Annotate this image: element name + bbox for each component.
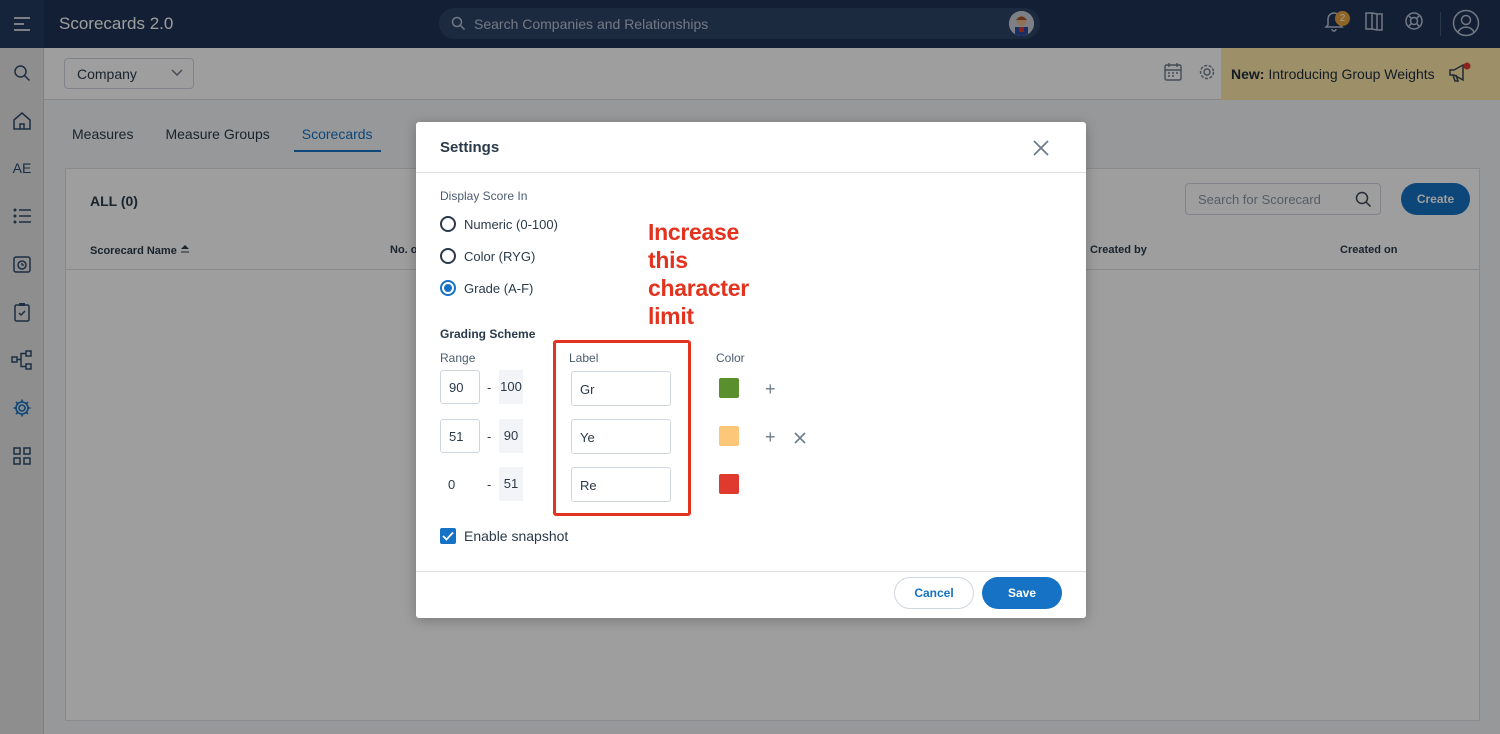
modal-header: Settings [416,122,1086,173]
modal-title: Settings [440,139,500,156]
color-header: Color [716,351,745,365]
remove-icon[interactable] [794,432,806,444]
cancel-button[interactable]: Cancel [894,577,974,609]
range-separator: - [487,477,492,492]
range-from-input[interactable]: 51 [440,419,480,453]
range-separator: - [487,380,492,395]
radio-label: Numeric (0-100) [464,216,558,232]
add-icon[interactable]: + [765,380,776,398]
radio-label: Grade (A-F) [464,280,534,296]
annotation-line: limit [648,303,694,329]
annotation-line: character [648,275,749,301]
radio-grade[interactable]: Grade (A-F) [440,280,533,296]
annotation-text: Increase this character limit [648,218,798,330]
enable-snapshot-checkbox[interactable]: Enable snapshot [440,528,568,544]
annotation-highlight-box [553,340,691,516]
radio-color[interactable]: Color (RYG) [440,248,535,264]
add-icon[interactable]: + [765,428,776,446]
color-swatch[interactable] [719,474,739,494]
range-separator: - [487,429,492,444]
grading-scheme-title: Grading Scheme [440,327,536,341]
range-to-value: 100 [499,370,523,404]
radio-label: Color (RYG) [464,248,536,264]
annotation-line: this [648,247,688,273]
range-to-value: 90 [499,419,523,453]
display-score-label: Display Score In [440,189,528,203]
radio-button[interactable] [440,280,456,296]
range-header: Range [440,351,476,365]
radio-button[interactable] [440,248,456,264]
color-swatch[interactable] [719,426,739,446]
radio-numeric[interactable]: Numeric (0-100) [440,216,558,232]
annotation-line: Increase [648,219,739,245]
radio-button[interactable] [440,216,456,232]
range-from-value: 0 [448,477,456,492]
checkbox-checked-icon[interactable] [440,528,456,544]
range-from-input[interactable]: 90 [440,370,480,404]
close-icon[interactable] [1032,139,1050,157]
color-swatch[interactable] [719,378,739,398]
save-button[interactable]: Save [982,577,1062,609]
settings-modal: Settings Display Score In Numeric (0-100… [416,122,1086,618]
range-to-value: 51 [499,467,523,501]
enable-snapshot-label: Enable snapshot [464,528,569,544]
